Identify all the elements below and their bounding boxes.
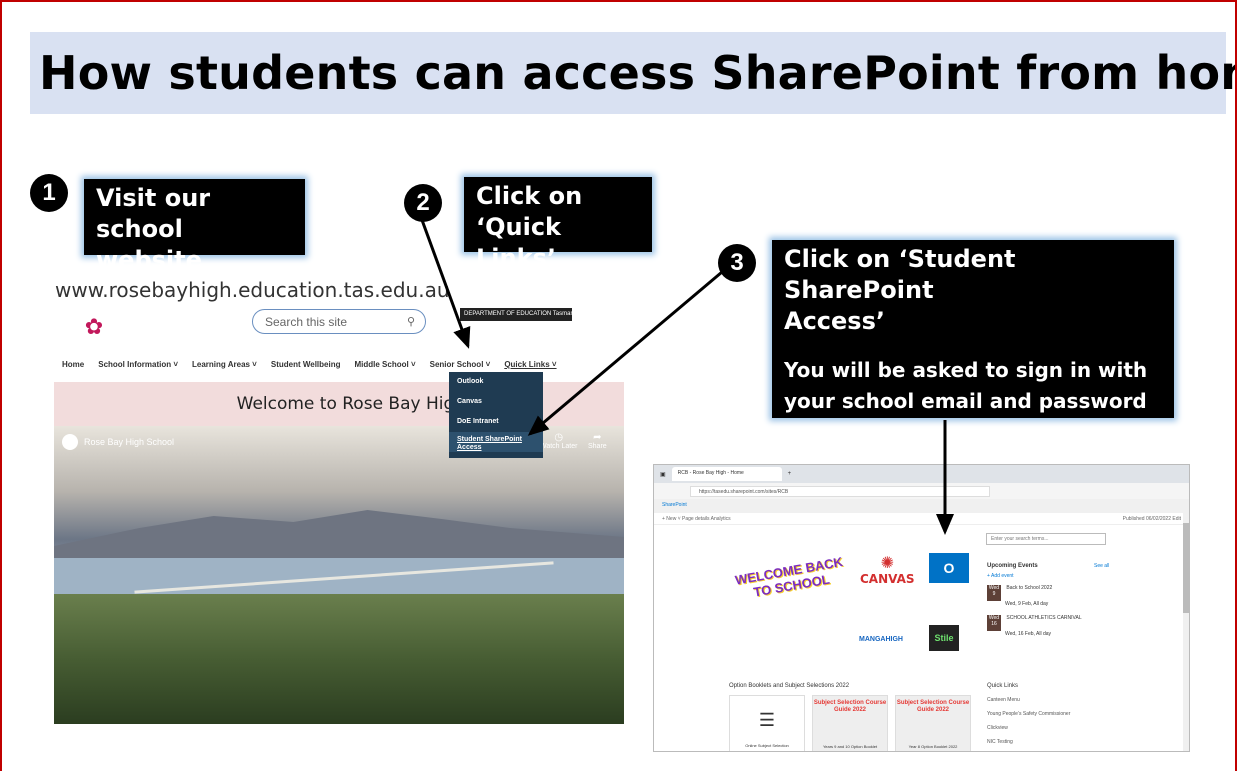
slide: How students can access SharePoint from … [0,0,1237,771]
sharepoint-search-input[interactable]: Enter your search terms... [986,533,1106,545]
event-item[interactable]: Wed 16 SCHOOL ATHLETICS CARNIVAL Wed, 16… [987,615,1127,637]
published-status: Published 06/02/2022 Edit [1122,516,1181,522]
document-card[interactable]: ☰ Online Subject Selection [729,695,805,751]
event-date: Wed 16 [987,615,1001,631]
step-1-callout: Visit our school website [84,179,305,274]
event-name: SCHOOL ATHLETICS CARNIVAL [1006,615,1082,621]
scrollbar-thumb[interactable] [1183,523,1189,613]
browser-tab[interactable]: RCB - Rose Bay High - Home [671,467,782,481]
nav-middle-school[interactable]: Middle School ˅ [355,360,416,372]
new-tab-icon[interactable]: + [788,471,792,477]
menu-item-canvas[interactable]: Canvas [449,392,543,412]
site-search-placeholder: Search this site [265,315,348,329]
step-1-line-2: website [96,246,202,274]
slide-title: How students can access SharePoint from … [39,46,1237,100]
step-1-number: 1 [30,174,68,212]
video-title-text: Rose Bay High School [84,437,175,447]
card-caption: Years 9 and 10 Option Booklet [822,744,878,749]
card-caption: Online Subject Selection [745,743,789,748]
menu-item-student-sharepoint-access[interactable]: Student SharePoint Access [449,432,543,452]
event-when: Wed, 9 Feb, All day [1005,601,1049,607]
event-item[interactable]: Wed 9 Back to School 2022 Wed, 9 Feb, Al… [987,585,1127,607]
quick-link-item[interactable]: Canteen Menu [987,697,1020,703]
step-3-line-2: Access’ [784,307,885,335]
mangahigh-link[interactable]: MANGAHIGH [859,636,903,643]
step-3-line-4: You will be asked to sign in with [784,358,1148,382]
step-3-line-5: your school email and password [784,389,1147,413]
stile-link[interactable]: Stile [929,625,959,651]
quick-link-item[interactable]: NIC Testing [987,739,1013,745]
address-bar: https://tasedu.sharepoint.com/sites/RCB [654,483,1189,499]
quick-link-item[interactable]: Clickview [987,725,1008,731]
watch-later-button[interactable]: ◷ Watch Later [540,432,577,450]
school-video[interactable]: Rose Bay High School ◷ Watch Later ➦ Sha… [54,426,624,724]
document-card[interactable]: Subject Selection Course Guide 2022 Year… [812,695,888,751]
nav-home[interactable]: Home [62,360,84,372]
scrollbar[interactable] [1183,513,1189,751]
share-button[interactable]: ➦ Share [588,432,607,450]
card-title: Subject Selection Course Guide 2022 [896,700,970,713]
nav-student-wellbeing[interactable]: Student Wellbeing [271,360,341,372]
canvas-link[interactable]: ✺ CANVAS [860,553,915,586]
card-caption: Year 8 Option Booklet 2022 [908,744,958,749]
share-label: Share [588,443,607,450]
nav-school-information[interactable]: School Information ˅ [98,360,178,372]
school-crest-logo: ✿ [84,314,104,339]
event-date: Wed 9 [987,585,1001,601]
canvas-label: CANVAS [860,572,915,586]
step-3-number: 3 [718,244,756,282]
step-3-spacer [784,337,1162,355]
watch-later-label: Watch Later [540,443,578,450]
welcome-back-art: WELCOME BACK TO SCHOOL [733,554,844,600]
step-2-line-2: ‘Quick Links’ [476,213,562,272]
school-website-screenshot: ✿ Search this site ⚲ DEPARTMENT OF EDUCA… [54,304,624,724]
address-field[interactable]: https://tasedu.sharepoint.com/sites/RCB [690,485,990,497]
video-title[interactable]: Rose Bay High School [62,434,174,450]
site-search-input[interactable]: Search this site ⚲ [252,309,426,334]
sharepoint-body: Enter your search terms... WELCOME BACK … [654,525,1189,751]
menu-item-outlook[interactable]: Outlook [449,372,543,392]
clock-icon: ◷ [554,432,564,443]
command-bar-actions[interactable]: + New ˅ Page details Analytics [662,516,731,522]
hillside-image [54,594,624,724]
step-1-line-1: Visit our school [96,184,211,243]
see-all-link[interactable]: See all [1094,563,1109,569]
events-title: Upcoming Events [987,563,1038,569]
share-icon: ➦ [593,432,602,443]
browser-tab-bar: ▣ RCB - Rose Bay High - Home + [654,465,1189,483]
command-bar: + New ˅ Page details Analytics Published… [654,513,1189,525]
quick-links-dropdown: Outlook Canvas DoE Intranet Student Shar… [449,372,543,458]
document-card[interactable]: Subject Selection Course Guide 2022 Year… [895,695,971,751]
website-url: www.rosebayhigh.education.tas.edu.au [55,278,450,302]
add-event-link[interactable]: + Add event [987,573,1127,579]
browser-tab-actions-icon[interactable]: ▣ [660,471,666,478]
event-name: Back to School 2022 [1006,585,1053,591]
step-2-number: 2 [404,184,442,222]
step-3-line-1: Click on ‘Student SharePoint [784,245,1016,304]
nav-senior-school[interactable]: Senior School ˅ [430,360,491,372]
canvas-icon: ✺ [880,553,894,572]
search-icon[interactable]: ⚲ [407,315,415,328]
checklist-icon: ☰ [758,710,776,730]
event-when: Wed, 16 Feb, All day [1005,631,1052,637]
mountain-image [54,510,624,564]
sharepoint-screenshot: ▣ RCB - Rose Bay High - Home + https://t… [653,464,1190,752]
step-2-callout: Click on ‘Quick Links’ [464,177,652,272]
channel-avatar [62,434,78,450]
option-booklets-heading: Option Booklets and Subject Selections 2… [729,683,850,689]
suite-bar[interactable]: SharePoint [654,499,1189,513]
step-3-callout: Click on ‘Student SharePoint Access’ You… [772,240,1174,418]
quick-link-item[interactable]: Young People’s Safety Commissioner [987,711,1070,717]
menu-item-doe-intranet[interactable]: DoE Intranet [449,412,543,432]
outlook-icon[interactable]: O [929,553,969,583]
nav-learning-areas[interactable]: Learning Areas ˅ [192,360,257,372]
card-title: Subject Selection Course Guide 2022 [813,700,887,713]
quick-links-heading: Quick Links [987,683,1019,689]
nav-quick-links[interactable]: Quick Links ˅ [504,360,556,372]
step-2-line-1: Click on [476,182,583,210]
doe-banner: DEPARTMENT OF EDUCATION Tasmania [460,308,572,321]
